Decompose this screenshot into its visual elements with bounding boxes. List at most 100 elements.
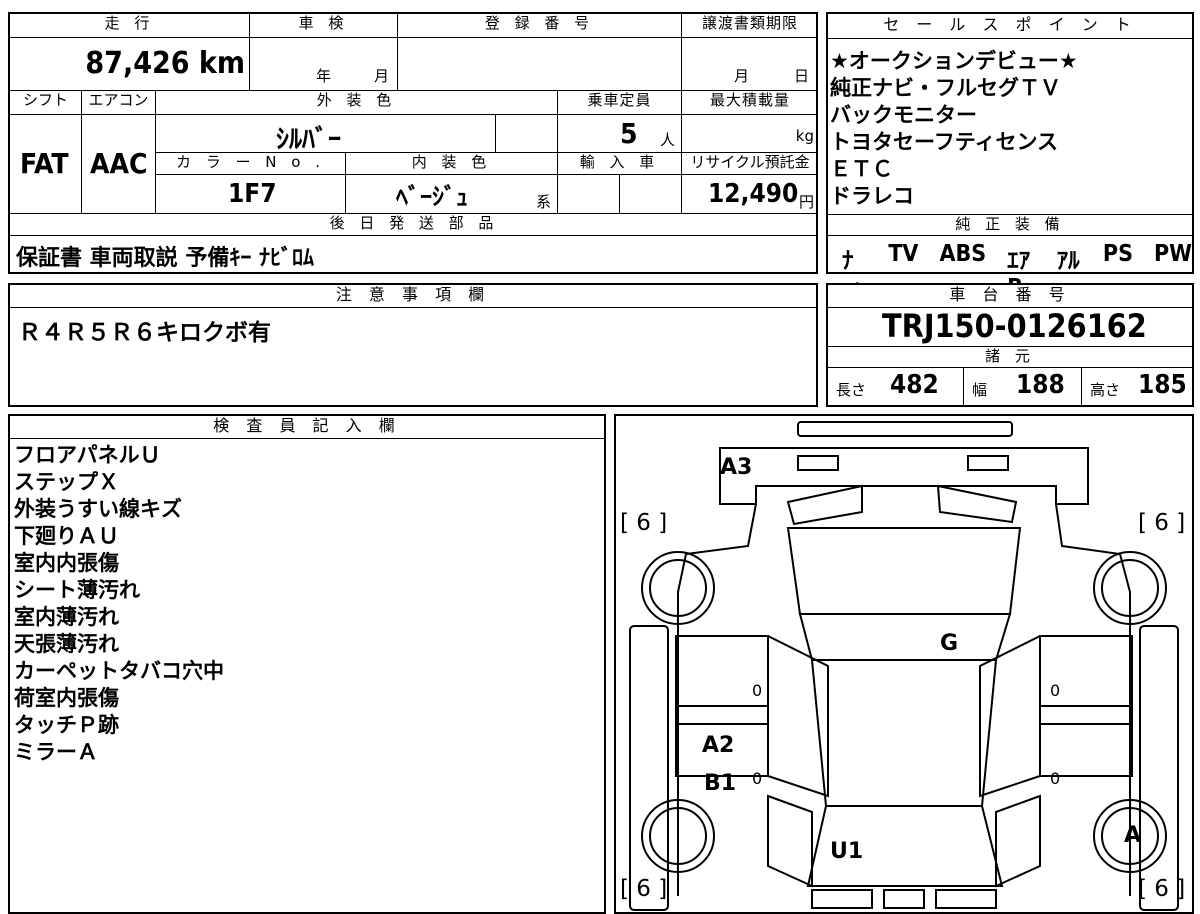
car-diagram-block: A3 G A2 B1 U1 A [ 6 ] [ 6 ] [ 6 ] [ 6 ] … bbox=[614, 414, 1194, 914]
inspector-item: タッチＰ跡 bbox=[14, 713, 119, 737]
mark-a3: A3 bbox=[720, 455, 752, 480]
interior-color-value: ﾍﾞｰｼﾞｭ bbox=[396, 183, 468, 211]
inspector-item: 外装うすい線キズ bbox=[14, 497, 182, 521]
sales-points-block: セ ー ル ス ポ イ ン ト ★オークションデビュー★ 純正ナビ・フルセグＴＶ… bbox=[826, 12, 1194, 308]
shift-cell: FAT bbox=[10, 115, 82, 214]
mark-g: G bbox=[940, 631, 958, 656]
mark-u1: U1 bbox=[830, 839, 863, 864]
import-cell-b bbox=[620, 175, 682, 214]
zero-r2: 0 bbox=[1050, 769, 1060, 788]
mark-b1: B1 bbox=[704, 771, 736, 796]
exterior-color-cell: ｼﾙﾊﾞｰ bbox=[156, 115, 496, 155]
length-label: 長さ bbox=[836, 381, 867, 399]
color-no-value: 1F7 bbox=[228, 179, 277, 209]
height-value: 185 bbox=[1138, 370, 1187, 400]
shift-value: FAT bbox=[20, 147, 69, 180]
shaken-month-unit: 月 bbox=[374, 67, 390, 85]
interior-color-label: 内 装 色 bbox=[346, 153, 558, 175]
exterior-color-label: 外 装 色 bbox=[156, 91, 558, 115]
equipment-label: 純 正 装 備 bbox=[828, 214, 1192, 236]
length-cell: 長さ 482 bbox=[828, 368, 964, 405]
later-parts-value: 保証書 車両取説 予備ｷｰ ﾅﾋﾞﾛﾑ bbox=[16, 246, 314, 271]
inspector-item: 室内薄汚れ bbox=[14, 605, 119, 629]
transfer-day-unit: 日 bbox=[794, 67, 810, 85]
inspector-item: 荷室内張傷 bbox=[14, 686, 119, 710]
vehicle-info-block: 走 行 車 検 登 録 番 号 譲渡書類期限 87,426 km 年 月 月 日… bbox=[8, 12, 818, 274]
inspector-item: 下廻りＡＵ bbox=[14, 524, 119, 548]
sales-point: バックモニター bbox=[830, 103, 977, 127]
aircon-label: エアコン bbox=[82, 91, 156, 115]
tire-tl: [ 6 ] bbox=[620, 510, 667, 536]
import-cell-a bbox=[558, 175, 620, 214]
height-cell: 高さ 185 bbox=[1082, 368, 1192, 405]
zero-l2: 0 bbox=[752, 769, 762, 788]
width-label: 幅 bbox=[972, 381, 988, 399]
capacity-unit: 人 bbox=[660, 131, 676, 149]
mileage-value: 87,426 km bbox=[85, 46, 245, 81]
inspector-item: シート薄汚れ bbox=[14, 578, 140, 602]
transfer-deadline-label: 譲渡書類期限 bbox=[682, 14, 818, 38]
capacity-label: 乗車定員 bbox=[558, 91, 682, 115]
exterior-color-value: ｼﾙﾊﾞｰ bbox=[276, 125, 342, 155]
capacity-value: 5 bbox=[620, 117, 638, 150]
sales-point: トヨタセーフティセンス bbox=[830, 130, 1059, 154]
import-label: 輸 入 車 bbox=[558, 153, 682, 175]
color-no-cell: 1F7 bbox=[156, 175, 346, 214]
transfer-deadline-cell: 月 日 bbox=[682, 38, 818, 91]
width-value: 188 bbox=[1016, 370, 1065, 400]
inspector-item: ステップＸ bbox=[14, 470, 119, 494]
mileage-label: 走 行 bbox=[10, 14, 250, 38]
tire-tr: [ 6 ] bbox=[1138, 510, 1185, 536]
inspector-item: ミラーＡ bbox=[14, 740, 98, 764]
shaken-year-unit: 年 bbox=[316, 67, 332, 85]
color-no-label: カ ラ ー N o . bbox=[156, 153, 346, 175]
recycle-unit: 円 bbox=[798, 193, 814, 211]
inspector-item: カーペットタバコ穴中 bbox=[14, 659, 224, 683]
recycle-value: 12,490 bbox=[708, 179, 799, 209]
mileage-cell: 87,426 km bbox=[10, 38, 250, 91]
aircon-value: AAC bbox=[90, 147, 148, 180]
chassis-number: TRJ150-0126162 bbox=[882, 307, 1147, 345]
max-load-label: 最大積載量 bbox=[682, 91, 818, 115]
shaken-cell: 年 月 bbox=[250, 38, 398, 91]
notes-text: Ｒ４Ｒ５Ｒ６キロクボ有 bbox=[18, 320, 271, 346]
tire-br: [ 6 ] bbox=[1138, 876, 1185, 902]
notes-block: 注 意 事 項 欄 Ｒ４Ｒ５Ｒ６キロクボ有 bbox=[8, 283, 818, 407]
registration-cell bbox=[398, 38, 682, 91]
sales-points-list: ★オークションデビュー★ 純正ナビ・フルセグＴＶ バックモニター トヨタセーフテ… bbox=[830, 48, 1078, 210]
specs-label: 諸 元 bbox=[828, 346, 1192, 368]
tire-bl: [ 6 ] bbox=[620, 876, 667, 902]
width-cell: 幅 188 bbox=[964, 368, 1082, 405]
exterior-color-extra-cell bbox=[496, 115, 558, 153]
recycle-cell: 12,490 円 bbox=[682, 175, 818, 214]
registration-label: 登 録 番 号 bbox=[398, 14, 682, 38]
sales-point: ドラレコ bbox=[830, 184, 914, 208]
max-load-unit: kg bbox=[795, 127, 814, 145]
height-label: 高さ bbox=[1090, 381, 1121, 399]
shaken-label: 車 検 bbox=[250, 14, 398, 38]
mark-a2: A2 bbox=[702, 733, 734, 758]
chassis-block: 車 台 番 号 TRJ150-0126162 諸 元 長さ 482 幅 188 … bbox=[826, 283, 1194, 407]
car-outline bbox=[629, 421, 1179, 911]
inspector-item: フロアパネルＵ bbox=[14, 443, 161, 467]
capacity-cell: 5 人 bbox=[558, 115, 682, 153]
car-diagram: A3 G A2 B1 U1 A [ 6 ] [ 6 ] [ 6 ] [ 6 ] … bbox=[620, 421, 1185, 911]
zero-r1: 0 bbox=[1050, 681, 1060, 700]
interior-color-suffix: 系 bbox=[536, 193, 552, 211]
later-parts-label: 後 日 発 送 部 品 bbox=[10, 214, 818, 236]
inspector-item: 室内内張傷 bbox=[14, 551, 119, 575]
zero-l1: 0 bbox=[752, 681, 762, 700]
inspector-item: 天張薄汚れ bbox=[14, 632, 119, 656]
notes-label: 注 意 事 項 欄 bbox=[10, 285, 816, 308]
recycle-label: リサイクル預託金 bbox=[682, 153, 818, 175]
inspector-label: 検 査 員 記 入 欄 bbox=[10, 416, 604, 439]
inspector-block: 検 査 員 記 入 欄 フロアパネルＵ ステップＸ 外装うすい線キズ 下廻りＡＵ… bbox=[8, 414, 606, 914]
transfer-month-unit: 月 bbox=[734, 67, 750, 85]
aircon-cell: AAC bbox=[82, 115, 156, 214]
shift-label: シフト bbox=[10, 91, 82, 115]
sales-point: 純正ナビ・フルセグＴＶ bbox=[830, 76, 1061, 100]
mark-a: A bbox=[1124, 823, 1141, 848]
sales-point: ★オークションデビュー★ bbox=[830, 49, 1078, 73]
length-value: 482 bbox=[890, 370, 939, 400]
sales-points-label: セ ー ル ス ポ イ ン ト bbox=[828, 14, 1192, 39]
